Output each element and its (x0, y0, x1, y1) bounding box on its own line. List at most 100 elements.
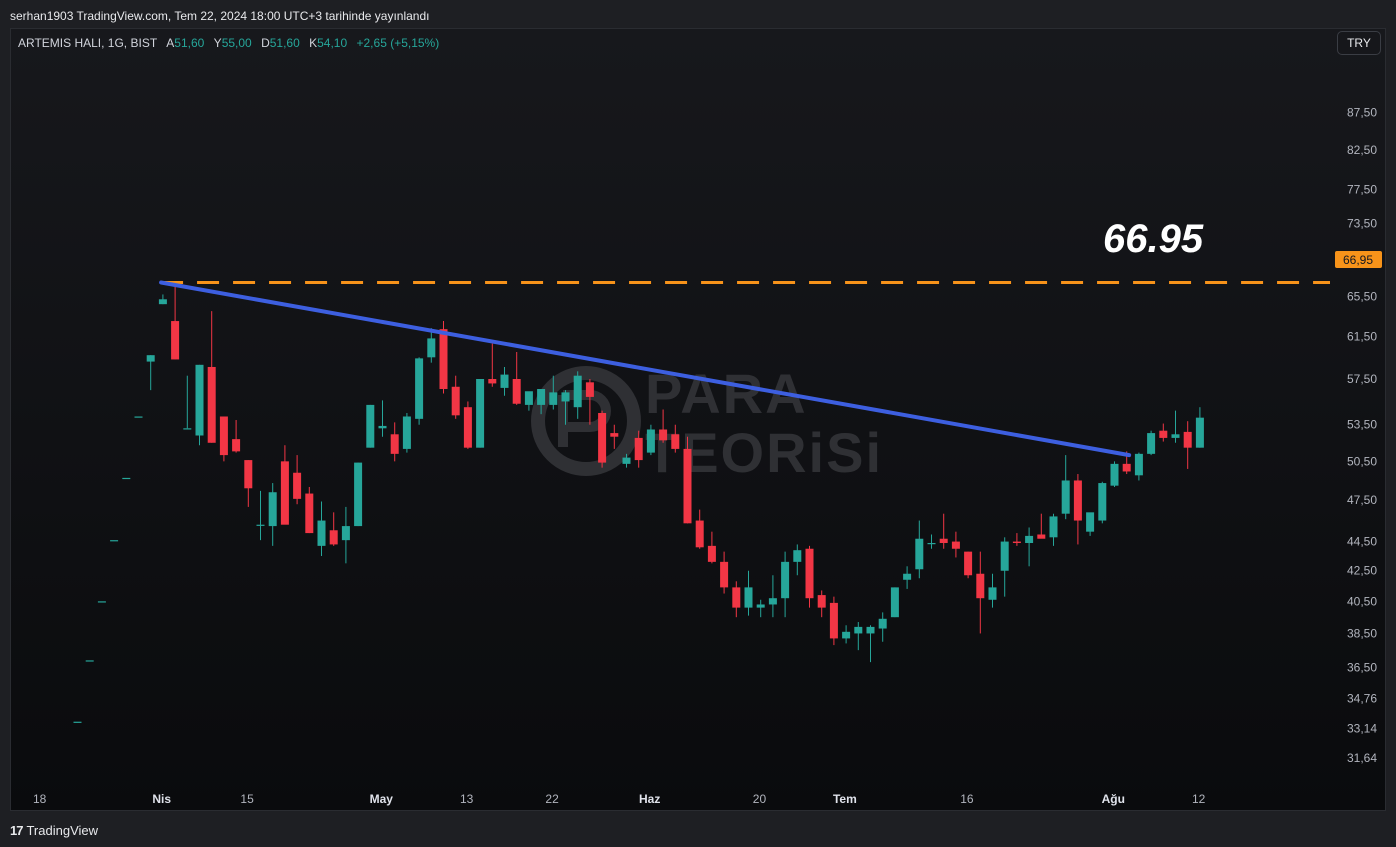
y-tick-label: 36,50 (1347, 660, 1377, 674)
candle-body (280, 461, 289, 525)
y-tick-label: 40,50 (1347, 594, 1377, 608)
candle-body (1086, 512, 1095, 532)
candle-body (610, 433, 619, 437)
tradingview-logo[interactable]: 17 TradingView (10, 823, 98, 838)
x-tick-label: 18 (33, 792, 47, 806)
candle-body (1061, 480, 1070, 514)
y-tick-label: 44,50 (1347, 535, 1377, 549)
candle-body (683, 448, 692, 524)
candle-body (744, 587, 753, 608)
y-tick-label: 77,50 (1347, 183, 1377, 197)
candle-body (427, 338, 436, 358)
y-tick-label: 42,50 (1347, 564, 1377, 578)
candle (463, 401, 472, 449)
candle (207, 311, 216, 443)
candle-body (293, 472, 302, 499)
price-tag-text: 66,95 (1343, 253, 1373, 267)
candle (512, 352, 521, 405)
candle (915, 520, 924, 579)
candle (476, 379, 485, 448)
candle (1012, 533, 1021, 546)
candle (390, 422, 399, 462)
candle-body (915, 538, 924, 570)
candle (878, 612, 887, 642)
candle-body (768, 598, 777, 605)
candles-layer (73, 282, 1204, 723)
x-tick-label: Tem (833, 792, 857, 806)
low-value: 51,60 (269, 36, 300, 50)
candle-body (707, 545, 716, 562)
open-value: 51,60 (174, 36, 205, 50)
candle-body (829, 602, 838, 639)
candle-body (866, 626, 875, 634)
candle (1147, 430, 1156, 456)
candle-body (73, 721, 82, 723)
candle (720, 551, 729, 594)
candle (805, 545, 814, 608)
candle-body (439, 329, 448, 390)
candle (341, 506, 350, 564)
candle-body (671, 434, 680, 449)
candle (97, 601, 106, 603)
candle-body (842, 631, 851, 639)
candle (195, 364, 204, 446)
price-chart[interactable]: PARA TEORiSi 66.95 87,5082,5077,5073,506… (0, 0, 1396, 847)
y-tick-label: 57,50 (1347, 372, 1377, 386)
candle-body (329, 530, 338, 545)
candle (256, 490, 265, 541)
candle (756, 599, 765, 618)
candle (451, 375, 460, 419)
tradingview-brand-text: TradingView (26, 823, 99, 838)
candle (732, 581, 741, 618)
candle-body (622, 457, 631, 464)
candle-body (817, 595, 826, 608)
x-tick-label: Haz (639, 792, 660, 806)
currency-button[interactable]: TRY (1337, 31, 1381, 55)
candle-body (1147, 433, 1156, 454)
price-axis[interactable]: 87,5082,5077,5073,5069,5065,5061,5057,50… (1347, 106, 1377, 765)
candle-body (354, 462, 363, 527)
candle-body (1183, 431, 1192, 448)
candle-body (146, 355, 155, 362)
candle (402, 412, 411, 453)
candle (598, 410, 607, 468)
candle-body (1049, 516, 1058, 538)
ohlc-legend: ARTEMIS HALI, 1G, BIST A51,60 Y55,00 D51… (18, 36, 439, 50)
candle-body (1171, 434, 1180, 438)
candle (122, 477, 131, 480)
y-tick-label: 50,50 (1347, 454, 1377, 468)
candle-body (195, 364, 204, 436)
candle (500, 366, 509, 396)
candle (976, 551, 985, 634)
candle (415, 357, 424, 425)
candle (1049, 513, 1058, 546)
time-axis[interactable]: 418Nis15May1322Haz20Tem16Ağu12 (0, 792, 1206, 806)
candle (964, 551, 973, 579)
candle-body (903, 573, 912, 580)
candle (427, 328, 436, 363)
candle (610, 424, 619, 449)
candle-body (1000, 541, 1009, 571)
candle (280, 445, 289, 525)
candle (183, 375, 192, 430)
low-label: D (261, 36, 270, 50)
candle (951, 531, 960, 558)
candle-body (927, 543, 936, 545)
candle (744, 570, 753, 616)
change-value: +2,65 (+5,15%) (356, 36, 440, 50)
candle-body (939, 538, 948, 544)
high-value: 55,00 (221, 36, 252, 50)
candle-body (512, 379, 521, 404)
candle-body (244, 460, 253, 489)
candle-body (1073, 480, 1082, 521)
candle (85, 660, 94, 662)
candle (244, 460, 253, 507)
candle (903, 566, 912, 589)
candle-body (878, 618, 887, 629)
candle (1000, 537, 1009, 597)
candle (1037, 513, 1046, 539)
candle-body (134, 416, 143, 418)
candle (1159, 423, 1168, 442)
candle-body (793, 550, 802, 562)
candle (1183, 421, 1192, 469)
